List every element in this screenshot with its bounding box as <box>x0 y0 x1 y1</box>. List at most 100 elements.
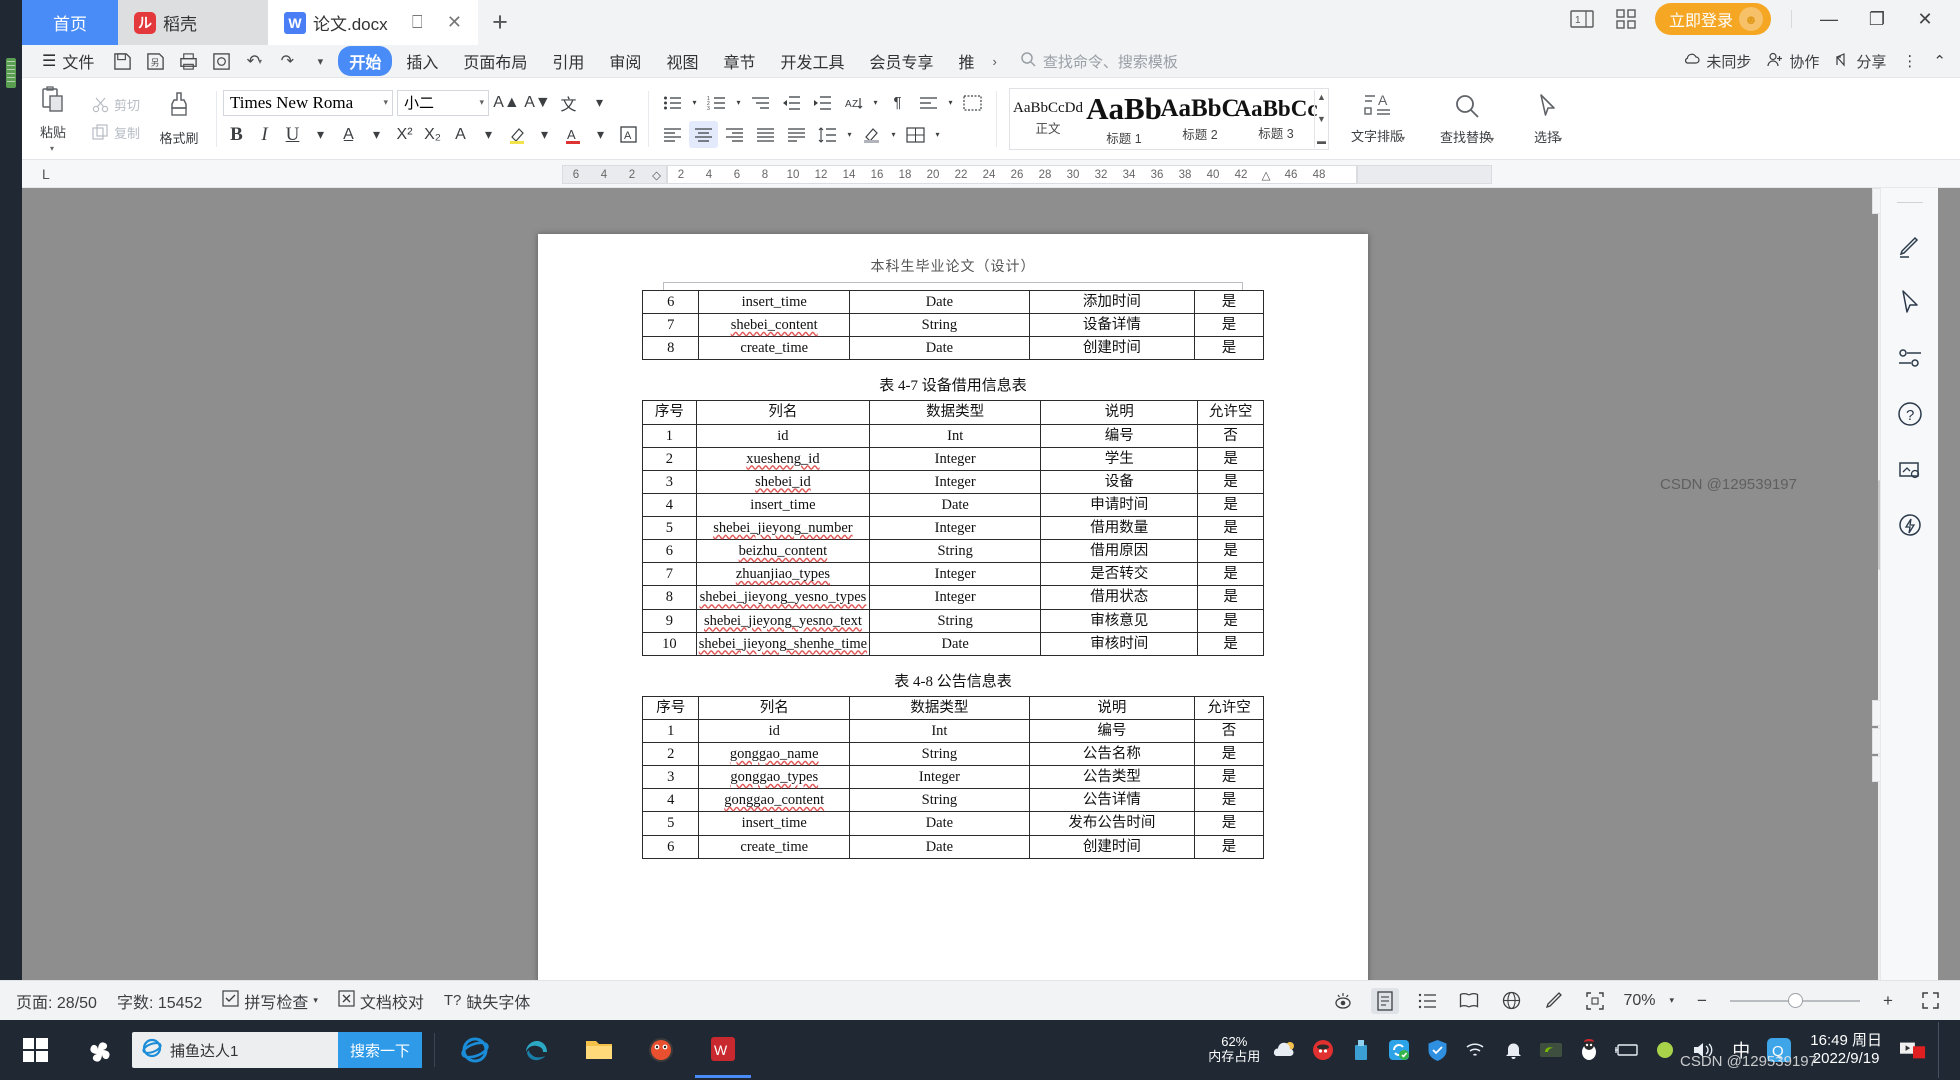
show-marks-button[interactable]: ¶ <box>883 89 912 116</box>
eye-preview-icon[interactable] <box>1329 988 1357 1014</box>
bullets-dropdown-icon[interactable]: ▾ <box>689 89 700 116</box>
file-menu-button[interactable]: ☰ 文件 <box>32 48 104 74</box>
weather-icon[interactable] <box>1272 1037 1298 1063</box>
table-row[interactable]: 7 zhuanjiao_types Integer 是否转交 是 <box>642 562 1264 587</box>
save-as-icon[interactable]: 另 <box>140 48 170 74</box>
style-heading-2[interactable]: AaBbC 标题 2 <box>1160 89 1239 149</box>
memory-indicator[interactable]: 62% 内存占用 <box>1208 1034 1260 1065</box>
ie-taskbar-icon[interactable] <box>447 1022 503 1078</box>
shading-button[interactable] <box>857 121 886 148</box>
single-page-view-icon[interactable]: 1 <box>1567 6 1597 32</box>
spellcheck-button[interactable]: 拼写检查 ▾ <box>222 989 318 1013</box>
document-canvas[interactable]: 本科生毕业论文（设计） 6 insert_time Date 添加时间 是 7 … <box>22 188 1960 980</box>
bell-icon[interactable] <box>1500 1037 1526 1063</box>
table-row[interactable]: 6 create_time Date 创建时间 是 <box>641 834 1265 859</box>
tab-stop-selector[interactable]: L <box>42 166 50 182</box>
style-heading-3[interactable]: AaBbCc 标题 3 <box>1234 89 1317 149</box>
numbering-dropdown-icon[interactable]: ▾ <box>733 89 744 116</box>
ribbon-tab-member[interactable]: 会员专享 <box>858 46 944 76</box>
line-spacing-dropdown-icon[interactable]: ▾ <box>844 121 855 148</box>
decrease-font-size-icon[interactable]: A▼ <box>524 90 551 116</box>
strikethrough-dropdown-icon[interactable]: ▾ <box>363 122 390 148</box>
table-48[interactable]: 序号 列名 数据类型 说明 允许空 1 id Int 编号 否 2 gongga… <box>641 695 1265 859</box>
extra-tray-icon[interactable] <box>1652 1037 1678 1063</box>
table-row[interactable]: 4 gonggao_content String 公告详情 是 <box>641 788 1265 813</box>
missing-font-button[interactable]: T? 缺失字体 <box>444 989 531 1013</box>
security-icon[interactable] <box>1310 1037 1336 1063</box>
line-spacing-button[interactable] <box>813 121 842 148</box>
zoom-slider-knob[interactable] <box>1788 993 1803 1008</box>
tab-close-icon[interactable]: ✕ <box>447 12 462 33</box>
table-row[interactable]: 5 insert_time Date 发布公告时间 是 <box>641 811 1265 836</box>
table-row[interactable]: 2 xuesheng_id Integer 学生 是 <box>642 446 1264 471</box>
login-button[interactable]: 立即登录 ☻ <box>1654 3 1771 35</box>
book-view-icon[interactable] <box>1455 988 1483 1014</box>
ribbon-tab-insert[interactable]: 插入 <box>395 46 449 76</box>
web-view-icon[interactable] <box>1497 988 1525 1014</box>
print-preview-icon[interactable] <box>206 48 236 74</box>
table-row[interactable]: 6 insert_time Date 添加时间 是 <box>641 289 1265 315</box>
pinwheel-icon[interactable] <box>70 1022 126 1078</box>
zoom-dropdown-icon[interactable]: ▾ <box>1669 995 1674 1006</box>
table-prev-continued[interactable]: 6 insert_time Date 添加时间 是 7 shebei_conte… <box>641 289 1265 361</box>
align-right-button[interactable] <box>720 121 749 148</box>
copy-button[interactable]: 复制 <box>88 121 144 145</box>
share-button[interactable]: 分享 <box>1835 51 1886 72</box>
ribbon-overflow-icon[interactable]: ⋮ <box>1902 52 1917 70</box>
wifi-icon[interactable] <box>1462 1037 1488 1063</box>
nvidia-icon[interactable] <box>1538 1037 1564 1063</box>
distribute-button[interactable] <box>782 121 811 148</box>
ribbon-tab-start[interactable]: 开始 <box>338 46 393 76</box>
font-color-dropdown-icon[interactable]: ▾ <box>587 122 614 148</box>
ribbon-tab-review[interactable]: 审阅 <box>598 46 652 76</box>
ai-spark-icon[interactable] <box>1895 511 1925 541</box>
fullscreen-icon[interactable] <box>1916 988 1944 1014</box>
align-left-button[interactable] <box>658 121 687 148</box>
ribbon-tab-section[interactable]: 章节 <box>712 46 766 76</box>
text-layout-button[interactable]: A 文字排版▾ <box>1335 81 1421 157</box>
underline-dropdown-icon[interactable]: ▾ <box>307 122 334 148</box>
style-gallery-up-icon[interactable]: ▲ <box>1317 92 1326 102</box>
cut-button[interactable]: 剪切 <box>88 93 144 117</box>
fit-page-icon[interactable] <box>1581 988 1609 1014</box>
multilevel-list-button[interactable] <box>746 89 775 116</box>
battery-icon[interactable] <box>1614 1037 1640 1063</box>
increase-indent-button[interactable] <box>808 89 837 116</box>
style-normal[interactable]: AaBbCcDd 正文 <box>1010 89 1086 149</box>
tab-home[interactable]: 首页 <box>22 0 118 45</box>
restore-button[interactable]: ❐ <box>1860 4 1894 34</box>
command-search[interactable]: 查找命令、搜索模板 <box>1020 51 1178 72</box>
strikethrough-button[interactable]: A̲ <box>335 122 362 148</box>
numbering-button[interactable]: 123 <box>702 89 731 116</box>
table-row[interactable]: 4 insert_time Date 申请时间 是 <box>642 492 1264 518</box>
tab-monitor-icon[interactable]: ⎕ <box>412 12 423 33</box>
sort-button[interactable]: AZ <box>839 89 868 116</box>
usb-icon[interactable] <box>1348 1037 1374 1063</box>
show-desktop-button[interactable] <box>1938 1022 1946 1078</box>
paste-button[interactable]: 粘贴 ▾ <box>22 81 84 157</box>
paragraph-layout-button[interactable] <box>914 89 943 116</box>
proofread-button[interactable]: 文档校对 <box>338 989 424 1013</box>
zoom-out-button[interactable]: − <box>1688 988 1716 1014</box>
word-count-indicator[interactable]: 字数: 15452 <box>117 989 202 1013</box>
subscript-button[interactable]: X₂ <box>419 122 446 148</box>
ribbon-tab-developer[interactable]: 开发工具 <box>769 46 855 76</box>
phonetic-guide-icon[interactable]: 文 <box>555 90 582 116</box>
style-gallery-down-icon[interactable]: ▼ <box>1317 114 1326 124</box>
table-row[interactable]: 3 gonggao_types Integer 公告类型 是 <box>641 765 1265 790</box>
outline-view-icon[interactable] <box>1413 988 1441 1014</box>
table-row[interactable]: 1 id Int 编号 否 <box>641 718 1265 744</box>
page-indicator[interactable]: 页面: 28/50 <box>16 989 97 1013</box>
format-painter-button[interactable]: 格式刷 <box>148 81 210 157</box>
frame-button[interactable] <box>958 89 987 116</box>
undo-icon[interactable]: ↶ ▾ <box>239 48 269 74</box>
table-row[interactable]: 2 gonggao_name String 公告名称 是 <box>641 741 1265 767</box>
style-gallery-expand-icon[interactable]: ▬ <box>1317 136 1326 146</box>
tab-daoke[interactable]: ル 稻壳 <box>118 0 268 45</box>
image-tools-icon[interactable] <box>1895 455 1925 485</box>
bold-button[interactable]: B <box>223 122 250 148</box>
record-indicator-icon[interactable] <box>1900 1037 1926 1063</box>
font-color-button[interactable]: A <box>559 122 586 148</box>
table-row[interactable]: 8 create_time Date 创建时间 是 <box>641 336 1265 361</box>
table-row[interactable]: 1 id Int 编号 否 <box>642 423 1264 448</box>
